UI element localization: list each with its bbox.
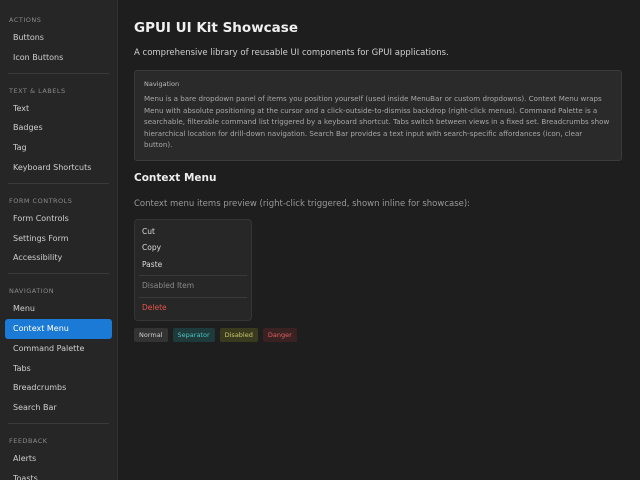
sidebar-item-search-bar[interactable]: Search Bar [0,398,113,418]
info-box: Navigation Menu is a bare dropdown panel… [134,70,622,161]
sidebar-item-accessibility[interactable]: Accessibility [0,248,113,268]
sidebar-item-toasts[interactable]: Toasts [0,469,113,480]
badge-danger: Danger [262,328,297,342]
sidebar-item-text[interactable]: Text [0,99,113,119]
sidebar: ACTIONS Buttons Icon Buttons TEXT & LABE… [0,0,118,480]
sidebar-item-command-palette[interactable]: Command Palette [0,339,113,359]
menu-separator [139,296,247,298]
sidebar-section-feedback: FEEDBACK [9,436,48,445]
sidebar-item-tabs[interactable]: Tabs [0,359,113,379]
sidebar-item-buttons[interactable]: Buttons [0,28,113,48]
page-subtitle: A comprehensive library of reusable UI c… [134,48,449,58]
badge-normal: Normal [134,328,168,342]
sidebar-item-form-controls[interactable]: Form Controls [0,209,113,229]
page-title: GPUI UI Kit Showcase [134,20,298,36]
sidebar-item-alerts[interactable]: Alerts [0,449,113,469]
info-title: Navigation [144,80,180,88]
sidebar-item-keyboard-shortcuts[interactable]: Keyboard Shortcuts [0,158,113,178]
sidebar-item-breadcrumbs[interactable]: Breadcrumbs [0,378,113,398]
sidebar-item-context-menu[interactable]: Context Menu [5,318,112,339]
sidebar-item-badges[interactable]: Badges [0,118,113,138]
sidebar-divider [8,422,109,424]
preview-label: Context menu items preview (right-click … [134,198,471,209]
main-content: GPUI UI Kit Showcase A comprehensive lib… [119,0,640,480]
legend-badges: Normal Separator Disabled Danger [134,328,624,342]
sidebar-item-menu[interactable]: Menu [0,299,113,319]
sidebar-item-icon-buttons[interactable]: Icon Buttons [0,48,113,68]
menu-item-disabled: Disabled Item [142,281,195,290]
sidebar-section-text-labels: TEXT & LABELS [9,86,66,95]
sidebar-section-actions: ACTIONS [9,16,42,24]
context-menu-preview: Cut Copy Paste Disabled Item Delete [134,218,252,321]
sidebar-section-form-controls: FORM CONTROLS [9,196,73,205]
sidebar-divider [8,182,109,184]
menu-item-delete[interactable]: Delete [139,300,247,317]
badge-disabled: Disabled [219,328,258,342]
badge-separator: Separator [172,328,215,342]
info-text: Menu is a bare dropdown panel of items y… [144,94,610,149]
section-title: Context Menu [134,171,217,184]
menu-separator [139,275,247,276]
sidebar-section-navigation: NAVIGATION [9,287,55,296]
menu-item-paste[interactable]: Paste [139,257,247,274]
sidebar-divider [8,273,109,275]
sidebar-divider [8,72,109,74]
sidebar-item-tag[interactable]: Tag [0,138,113,158]
menu-item-cut[interactable]: Cut [139,224,247,241]
menu-item-copy[interactable]: Copy [139,240,247,257]
sidebar-item-settings-form[interactable]: Settings Form [0,229,113,249]
